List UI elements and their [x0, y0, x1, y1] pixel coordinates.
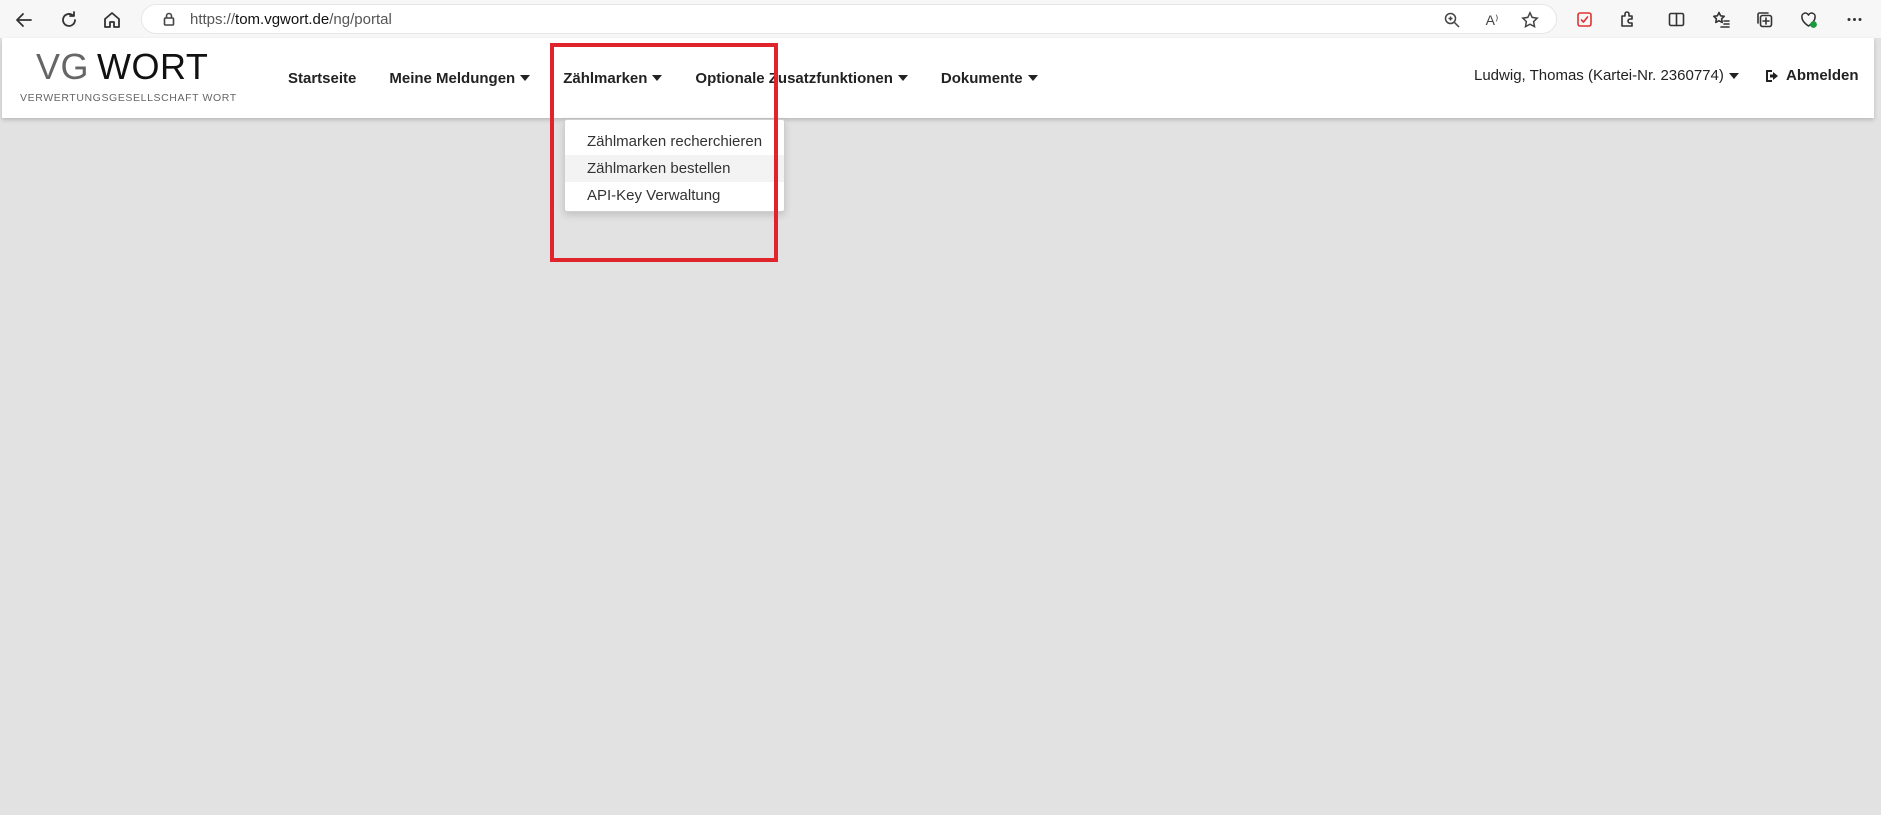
- logout-label: Abmelden: [1786, 67, 1859, 84]
- extensions-puzzle-icon[interactable]: [1616, 8, 1638, 30]
- back-arrow-icon[interactable]: [11, 7, 37, 33]
- nav-label: Zählmarken: [563, 69, 648, 87]
- split-screen-icon[interactable]: [1665, 8, 1687, 30]
- user-name: Ludwig, Thomas (Kartei-Nr. 2360774): [1474, 67, 1724, 84]
- vg-wort-logo[interactable]: VG WORT VERWERTUNGSGESELLSCHAFT WORT: [20, 46, 236, 110]
- url-host: tom.vgwort.de: [235, 11, 330, 28]
- zoom-icon[interactable]: [1442, 10, 1462, 30]
- logout-icon: [1766, 69, 1778, 82]
- url-text[interactable]: https://tom.vgwort.de/ng/portal: [190, 11, 392, 28]
- nav-startseite[interactable]: Startseite: [288, 70, 356, 87]
- nav-meine-meldungen[interactable]: Meine Meldungen: [389, 69, 531, 87]
- nav-label: Optionale Zusatzfunktionen: [695, 69, 893, 87]
- url-scheme: https://: [190, 11, 236, 28]
- extension-red-icon[interactable]: [1573, 8, 1595, 30]
- favorite-star-icon[interactable]: [1520, 10, 1540, 30]
- logo-vg: VG: [36, 46, 90, 87]
- site-header: VG WORT VERWERTUNGSGESELLSCHAFT WORT Star…: [2, 38, 1874, 118]
- nav-label: Dokumente: [940, 69, 1023, 87]
- lock-icon[interactable]: [162, 12, 176, 26]
- nav-zaehlmarken[interactable]: Zählmarken: [563, 69, 663, 87]
- menu-item-zaehlmarken-recherchieren[interactable]: Zählmarken recherchieren: [565, 128, 784, 155]
- nav-label: Startseite: [288, 69, 357, 87]
- caret-down-icon: [1027, 75, 1038, 81]
- refresh-icon[interactable]: [56, 7, 82, 33]
- caret-down-icon: [520, 75, 531, 81]
- caret-down-icon: [652, 75, 663, 81]
- logout-button[interactable]: Abmelden: [1764, 67, 1859, 84]
- more-menu-icon[interactable]: [1843, 8, 1865, 30]
- menu-item-api-key-verwaltung[interactable]: API-Key Verwaltung: [565, 182, 784, 209]
- logo-wort: WORT: [97, 46, 209, 87]
- caret-down-icon: [897, 75, 908, 81]
- user-account-menu[interactable]: Ludwig, Thomas (Kartei-Nr. 2360774): [1474, 67, 1739, 84]
- nav-label: Meine Meldungen: [389, 69, 516, 87]
- nav-optionale-zusatzfunktionen[interactable]: Optionale Zusatzfunktionen: [695, 70, 908, 87]
- nav-dokumente[interactable]: Dokumente: [941, 70, 1038, 87]
- main-navigation: Startseite Meine Meldungen Zählmarken Op…: [288, 38, 1071, 118]
- favorites-list-icon[interactable]: [1710, 8, 1732, 30]
- browser-essentials-heart-icon[interactable]: [1797, 8, 1819, 30]
- logo-subtitle: VERWERTUNGSGESELLSCHAFT WORT: [20, 92, 237, 104]
- home-icon[interactable]: [99, 7, 125, 33]
- caret-down-icon: [1728, 72, 1739, 79]
- read-aloud-label: A⁾: [1485, 11, 1499, 28]
- zaehlmarken-dropdown-menu: Zählmarken recherchieren Zählmarken best…: [564, 119, 785, 212]
- url-path: /ng/portal: [329, 11, 392, 28]
- collections-icon[interactable]: [1753, 8, 1775, 30]
- address-bar[interactable]: https://tom.vgwort.de/ng/portal A⁾: [141, 4, 1557, 34]
- browser-toolbar: https://tom.vgwort.de/ng/portal A⁾: [0, 0, 1881, 39]
- page-content-area: [0, 119, 1881, 815]
- logo-wordmark: VG WORT: [36, 46, 208, 88]
- read-aloud-icon[interactable]: A⁾: [1482, 10, 1502, 30]
- menu-item-zaehlmarken-bestellen[interactable]: Zählmarken bestellen: [565, 155, 784, 182]
